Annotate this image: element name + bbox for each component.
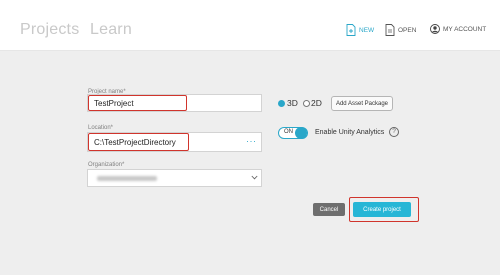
organization-value-redacted xyxy=(97,176,157,181)
open-button[interactable]: OPEN xyxy=(385,24,416,36)
radio-3d-label: 3D xyxy=(287,98,298,108)
organization-label: Organization* xyxy=(88,162,125,168)
tab-learn[interactable]: Learn xyxy=(90,21,132,39)
my-account-label: MY ACCOUNT xyxy=(443,25,487,33)
tab-projects[interactable]: Projects xyxy=(20,21,79,39)
project-name-highlight xyxy=(88,95,187,111)
location-label: Location* xyxy=(88,125,114,131)
location-highlight xyxy=(88,133,189,151)
radio-3d[interactable] xyxy=(278,100,285,107)
new-button[interactable]: NEW xyxy=(346,24,374,36)
open-file-icon xyxy=(385,24,395,36)
toggle-state-label: ON xyxy=(284,129,293,135)
analytics-toggle[interactable]: ON xyxy=(278,126,308,139)
new-label: NEW xyxy=(359,26,375,34)
help-icon[interactable]: ? xyxy=(389,127,399,137)
add-asset-package-button[interactable]: Add Asset Package xyxy=(331,96,393,111)
new-project-panel xyxy=(0,51,500,275)
chevron-down-icon xyxy=(251,175,258,180)
browse-location-button[interactable]: ··· xyxy=(246,136,257,146)
radio-2d[interactable] xyxy=(303,100,310,107)
unity-hub-window: Projects Learn NEW OPEN MY ACCOUNT Proje… xyxy=(0,0,500,275)
radio-2d-label: 2D xyxy=(311,98,322,108)
open-label: OPEN xyxy=(398,26,417,34)
my-account-button[interactable]: MY ACCOUNT xyxy=(430,24,486,34)
create-project-highlight xyxy=(349,197,419,222)
toggle-knob xyxy=(295,126,307,139)
cancel-button[interactable]: Cancel xyxy=(313,203,345,216)
account-avatar-icon xyxy=(430,24,440,34)
enable-analytics-label: Enable Unity Analytics xyxy=(315,129,385,136)
new-file-icon xyxy=(346,24,356,36)
top-bar: Projects Learn NEW OPEN MY ACCOUNT xyxy=(0,0,500,51)
